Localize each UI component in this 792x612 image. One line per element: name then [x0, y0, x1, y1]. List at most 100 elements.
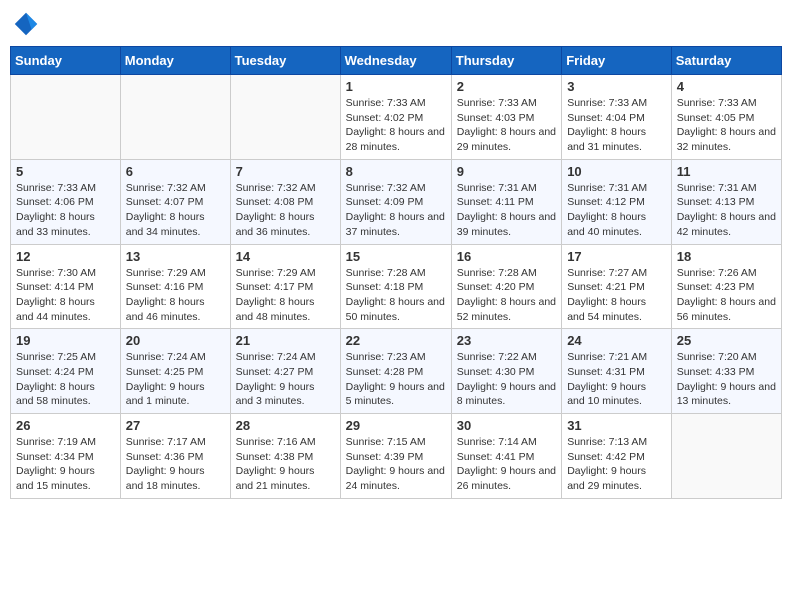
day-cell-10: 10 Sunrise: 7:31 AMSunset: 4:12 PMDayligh…: [562, 159, 672, 244]
empty-cell: [11, 75, 121, 160]
day-info: Sunrise: 7:28 AMSunset: 4:20 PMDaylight:…: [457, 266, 556, 325]
day-number: 10: [567, 164, 666, 179]
day-number: 23: [457, 333, 556, 348]
day-cell-22: 22 Sunrise: 7:23 AMSunset: 4:28 PMDayligh…: [340, 329, 451, 414]
col-header-friday: Friday: [562, 47, 672, 75]
day-cell-7: 7Sunrise: 7:32 AMSunset: 4:08 PMDaylight…: [230, 159, 340, 244]
day-number: 20: [126, 333, 225, 348]
day-number: 28: [236, 418, 335, 433]
day-cell-15: 15 Sunrise: 7:28 AMSunset: 4:18 PMDayligh…: [340, 244, 451, 329]
day-info: Sunrise: 7:33 AMSunset: 4:05 PMDaylight:…: [677, 96, 776, 155]
day-cell-4: 4 Sunrise: 7:33 AMSunset: 4:05 PMDaylight…: [671, 75, 781, 160]
day-number: 19: [16, 333, 115, 348]
day-number: 18: [677, 249, 776, 264]
day-cell-14: 14 Sunrise: 7:29 AMSunset: 4:17 PMDayligh…: [230, 244, 340, 329]
day-cell-28: 28 Sunrise: 7:16 AMSunset: 4:38 PMDayligh…: [230, 414, 340, 499]
day-info: Sunrise: 7:33 AMSunset: 4:02 PMDaylight:…: [346, 96, 446, 155]
day-info: Sunrise: 7:29 AMSunset: 4:16 PMDaylight:…: [126, 266, 225, 325]
day-number: 25: [677, 333, 776, 348]
day-cell-20: 20 Sunrise: 7:24 AMSunset: 4:25 PMDayligh…: [120, 329, 230, 414]
day-info: Sunrise: 7:23 AMSunset: 4:28 PMDaylight:…: [346, 350, 446, 409]
day-info: Sunrise: 7:24 AMSunset: 4:27 PMDaylight:…: [236, 350, 335, 409]
week-row-4: 19 Sunrise: 7:25 AMSunset: 4:24 PMDayligh…: [11, 329, 782, 414]
col-header-wednesday: Wednesday: [340, 47, 451, 75]
empty-cell: [671, 414, 781, 499]
day-info: Sunrise: 7:32 AMSunset: 4:09 PMDaylight:…: [346, 181, 446, 240]
day-number: 12: [16, 249, 115, 264]
day-info: Sunrise: 7:32 AMSunset: 4:07 PMDaylight:…: [126, 181, 225, 240]
empty-cell: [120, 75, 230, 160]
day-info: Sunrise: 7:33 AMSunset: 4:04 PMDaylight:…: [567, 96, 666, 155]
empty-cell: [230, 75, 340, 160]
week-row-1: 1 Sunrise: 7:33 AMSunset: 4:02 PMDaylight…: [11, 75, 782, 160]
day-info: Sunrise: 7:14 AMSunset: 4:41 PMDaylight:…: [457, 435, 556, 494]
day-cell-16: 16 Sunrise: 7:28 AMSunset: 4:20 PMDayligh…: [451, 244, 561, 329]
day-info: Sunrise: 7:15 AMSunset: 4:39 PMDaylight:…: [346, 435, 446, 494]
day-info: Sunrise: 7:30 AMSunset: 4:14 PMDaylight:…: [16, 266, 115, 325]
day-info: Sunrise: 7:31 AMSunset: 4:13 PMDaylight:…: [677, 181, 776, 240]
day-cell-17: 17 Sunrise: 7:27 AMSunset: 4:21 PMDayligh…: [562, 244, 672, 329]
day-number: 31: [567, 418, 666, 433]
day-number: 8: [346, 164, 446, 179]
day-number: 2: [457, 79, 556, 94]
day-number: 14: [236, 249, 335, 264]
day-number: 5: [16, 164, 115, 179]
day-number: 16: [457, 249, 556, 264]
day-number: 15: [346, 249, 446, 264]
day-info: Sunrise: 7:17 AMSunset: 4:36 PMDaylight:…: [126, 435, 225, 494]
day-cell-25: 25Sunrise: 7:20 AMSunset: 4:33 PMDayligh…: [671, 329, 781, 414]
day-number: 29: [346, 418, 446, 433]
week-row-3: 12 Sunrise: 7:30 AMSunset: 4:14 PMDayligh…: [11, 244, 782, 329]
day-info: Sunrise: 7:21 AMSunset: 4:31 PMDaylight:…: [567, 350, 666, 409]
day-cell-31: 31 Sunrise: 7:13 AMSunset: 4:42 PMDayligh…: [562, 414, 672, 499]
day-cell-21: 21Sunrise: 7:24 AMSunset: 4:27 PMDayligh…: [230, 329, 340, 414]
day-cell-19: 19 Sunrise: 7:25 AMSunset: 4:24 PMDayligh…: [11, 329, 121, 414]
day-number: 22: [346, 333, 446, 348]
day-cell-12: 12 Sunrise: 7:30 AMSunset: 4:14 PMDayligh…: [11, 244, 121, 329]
day-info: Sunrise: 7:26 AMSunset: 4:23 PMDaylight:…: [677, 266, 776, 325]
day-number: 13: [126, 249, 225, 264]
week-row-5: 26 Sunrise: 7:19 AMSunset: 4:34 PMDayligh…: [11, 414, 782, 499]
day-cell-6: 6Sunrise: 7:32 AMSunset: 4:07 PMDaylight…: [120, 159, 230, 244]
day-info: Sunrise: 7:31 AMSunset: 4:11 PMDaylight:…: [457, 181, 556, 240]
day-info: Sunrise: 7:19 AMSunset: 4:34 PMDaylight:…: [16, 435, 115, 494]
day-info: Sunrise: 7:31 AMSunset: 4:12 PMDaylight:…: [567, 181, 666, 240]
calendar-table: SundayMondayTuesdayWednesdayThursdayFrid…: [10, 46, 782, 499]
day-number: 11: [677, 164, 776, 179]
day-cell-11: 11 Sunrise: 7:31 AMSunset: 4:13 PMDayligh…: [671, 159, 781, 244]
day-number: 17: [567, 249, 666, 264]
week-row-2: 5Sunrise: 7:33 AMSunset: 4:06 PMDaylight…: [11, 159, 782, 244]
day-info: Sunrise: 7:13 AMSunset: 4:42 PMDaylight:…: [567, 435, 666, 494]
page-header: [10, 10, 782, 38]
day-cell-8: 8 Sunrise: 7:32 AMSunset: 4:09 PMDaylight…: [340, 159, 451, 244]
day-number: 1: [346, 79, 446, 94]
day-cell-26: 26 Sunrise: 7:19 AMSunset: 4:34 PMDayligh…: [11, 414, 121, 499]
day-cell-9: 9 Sunrise: 7:31 AMSunset: 4:11 PMDaylight…: [451, 159, 561, 244]
day-info: Sunrise: 7:28 AMSunset: 4:18 PMDaylight:…: [346, 266, 446, 325]
day-info: Sunrise: 7:27 AMSunset: 4:21 PMDaylight:…: [567, 266, 666, 325]
logo: [10, 10, 42, 38]
day-cell-24: 24 Sunrise: 7:21 AMSunset: 4:31 PMDayligh…: [562, 329, 672, 414]
day-info: Sunrise: 7:29 AMSunset: 4:17 PMDaylight:…: [236, 266, 335, 325]
day-info: Sunrise: 7:22 AMSunset: 4:30 PMDaylight:…: [457, 350, 556, 409]
day-cell-29: 29 Sunrise: 7:15 AMSunset: 4:39 PMDayligh…: [340, 414, 451, 499]
day-cell-30: 30 Sunrise: 7:14 AMSunset: 4:41 PMDayligh…: [451, 414, 561, 499]
day-cell-27: 27 Sunrise: 7:17 AMSunset: 4:36 PMDayligh…: [120, 414, 230, 499]
col-header-tuesday: Tuesday: [230, 47, 340, 75]
day-cell-13: 13 Sunrise: 7:29 AMSunset: 4:16 PMDayligh…: [120, 244, 230, 329]
day-number: 7: [236, 164, 335, 179]
day-number: 26: [16, 418, 115, 433]
day-number: 27: [126, 418, 225, 433]
day-cell-1: 1 Sunrise: 7:33 AMSunset: 4:02 PMDaylight…: [340, 75, 451, 160]
day-info: Sunrise: 7:25 AMSunset: 4:24 PMDaylight:…: [16, 350, 115, 409]
col-header-sunday: Sunday: [11, 47, 121, 75]
day-cell-3: 3Sunrise: 7:33 AMSunset: 4:04 PMDaylight…: [562, 75, 672, 160]
col-header-monday: Monday: [120, 47, 230, 75]
day-number: 24: [567, 333, 666, 348]
day-number: 4: [677, 79, 776, 94]
day-info: Sunrise: 7:16 AMSunset: 4:38 PMDaylight:…: [236, 435, 335, 494]
day-number: 30: [457, 418, 556, 433]
day-info: Sunrise: 7:24 AMSunset: 4:25 PMDaylight:…: [126, 350, 225, 409]
day-info: Sunrise: 7:33 AMSunset: 4:03 PMDaylight:…: [457, 96, 556, 155]
day-number: 9: [457, 164, 556, 179]
